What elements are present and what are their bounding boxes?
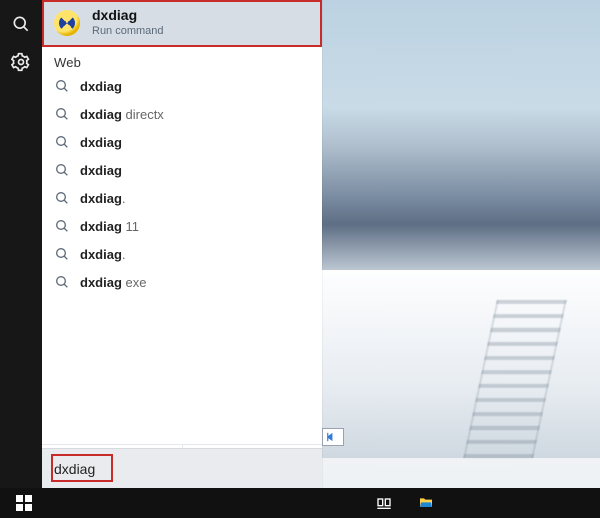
search-icon <box>54 162 70 178</box>
search-box[interactable] <box>42 448 322 488</box>
feedback-button[interactable] <box>322 428 344 446</box>
search-icon <box>54 190 70 206</box>
search-icon <box>54 106 70 122</box>
web-suggestion[interactable]: dxdiag directx <box>42 100 322 128</box>
gear-icon[interactable] <box>11 52 31 72</box>
search-input[interactable] <box>54 461 310 477</box>
feedback-flag-icon <box>326 431 340 443</box>
suggestion-label: dxdiag 11 <box>80 219 139 234</box>
suggestion-label: dxdiag <box>80 135 122 150</box>
best-match-text: dxdiag Run command <box>92 8 164 37</box>
search-icon <box>54 78 70 94</box>
suggestion-label: dxdiag exe <box>80 275 146 290</box>
search-icon <box>54 274 70 290</box>
wallpaper-snow <box>320 270 600 458</box>
web-suggestion[interactable]: dxdiag 11 <box>42 212 322 240</box>
search-icon[interactable] <box>11 14 31 34</box>
web-suggestion[interactable]: dxdiag exe <box>42 268 322 296</box>
search-rail <box>0 0 42 488</box>
web-suggestion[interactable]: dxdiag <box>42 128 322 156</box>
best-match-title: dxdiag <box>92 8 164 23</box>
suggestion-label: dxdiag. <box>80 247 126 262</box>
wallpaper-mountains <box>320 5 600 185</box>
search-icon <box>54 134 70 150</box>
search-icon <box>54 218 70 234</box>
windows-logo-icon <box>16 495 32 511</box>
dxdiag-icon <box>54 10 80 36</box>
suggestion-label: dxdiag <box>80 79 122 94</box>
start-button[interactable] <box>4 488 44 518</box>
web-suggestions: dxdiag dxdiag directx dxdiag dxdiag dxdiag. d… <box>42 72 322 444</box>
web-suggestion[interactable]: dxdiag <box>42 156 322 184</box>
search-panel: dxdiag Run command Web dxdiag dxdiag dire… <box>42 0 322 488</box>
search-icon <box>54 246 70 262</box>
web-suggestion[interactable]: dxdiag. <box>42 240 322 268</box>
file-explorer-icon <box>418 495 434 511</box>
suggestion-label: dxdiag <box>80 163 122 178</box>
suggestion-label: dxdiag directx <box>80 107 164 122</box>
web-suggestion[interactable]: dxdiag <box>42 72 322 100</box>
task-view-button[interactable] <box>364 488 404 518</box>
best-match-result[interactable]: dxdiag Run command <box>42 0 322 47</box>
suggestion-label: dxdiag. <box>80 191 126 206</box>
web-suggestion[interactable]: dxdiag. <box>42 184 322 212</box>
file-explorer-button[interactable] <box>406 488 446 518</box>
task-view-icon <box>376 495 392 511</box>
taskbar <box>0 488 600 518</box>
best-match-subtitle: Run command <box>92 25 164 37</box>
section-web-label: Web <box>42 47 322 72</box>
